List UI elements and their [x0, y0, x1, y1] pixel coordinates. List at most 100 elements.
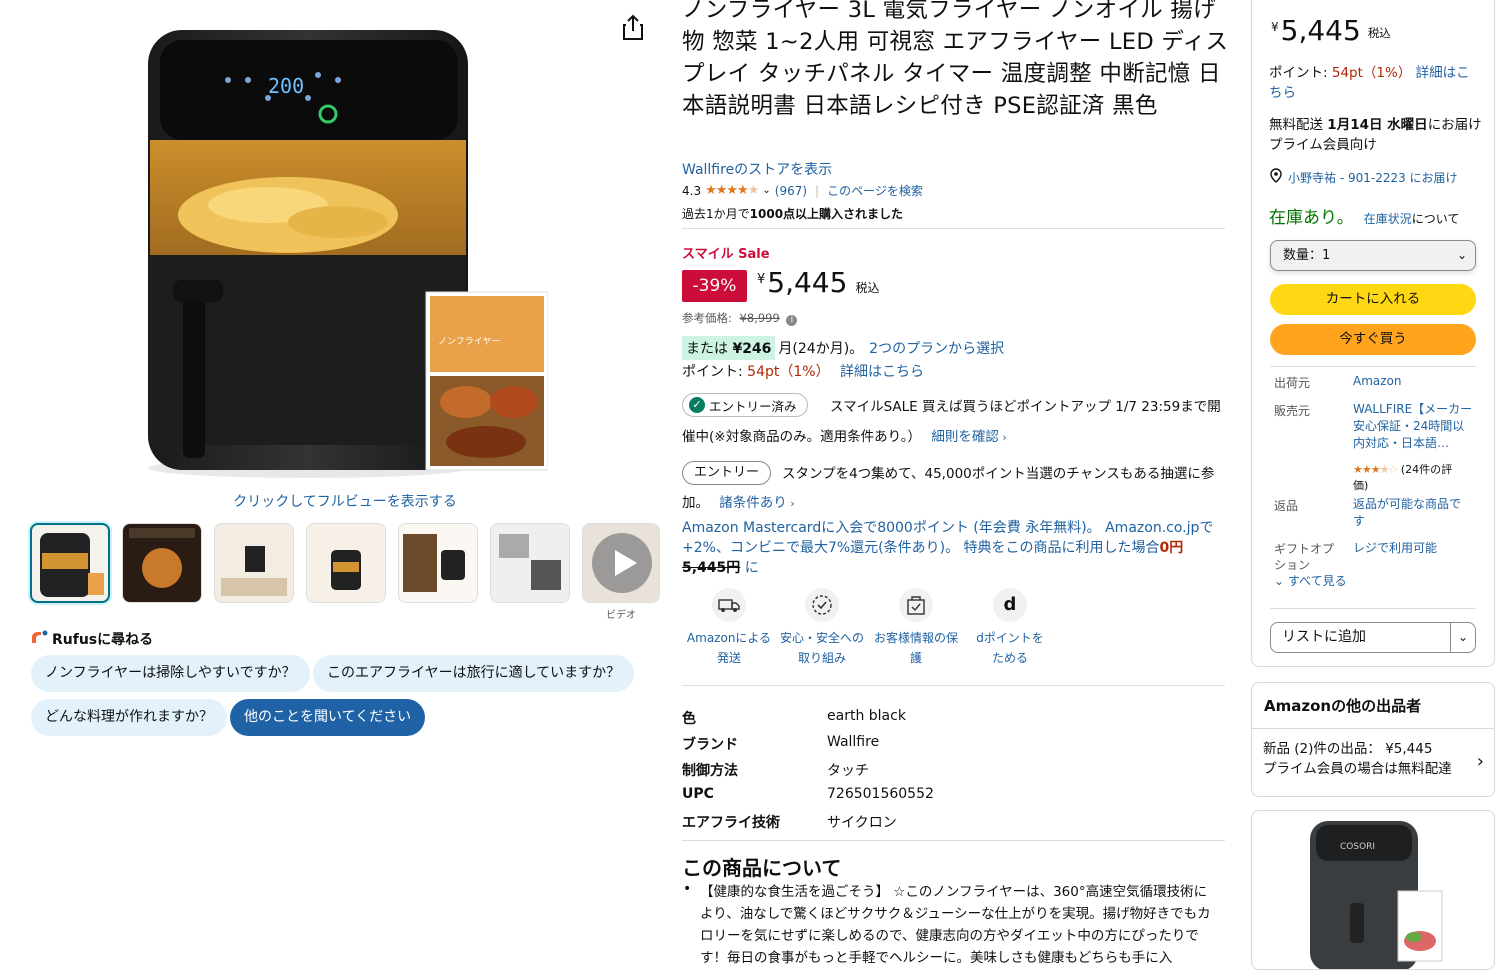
- quantity-select[interactable]: 数量：1 ⌄: [1270, 240, 1476, 271]
- thumbnail-6[interactable]: [490, 523, 570, 603]
- smile-rules-link[interactable]: 細則を確認: [931, 429, 999, 445]
- mastercard-zero: 0円: [1159, 540, 1184, 556]
- points-label: ポイント:: [682, 364, 743, 380]
- ship-prefix: 無料配送: [1269, 117, 1323, 133]
- video-label: ビデオ: [606, 610, 636, 621]
- product-main-image[interactable]: 200 ノンフライヤー: [138, 0, 548, 484]
- add-to-list-label: リストに追加: [1282, 629, 1366, 645]
- thumbnail-3[interactable]: [214, 523, 294, 603]
- trust-label-line2: ためる: [991, 651, 1028, 665]
- spec-key-upc: UPC: [682, 786, 714, 802]
- trust-label-line2: 発送: [716, 651, 741, 665]
- seller-rating: ★★★★☆ (24件の評価): [1353, 462, 1463, 494]
- trust-privacy[interactable]: お客様情報の保 護: [869, 588, 963, 668]
- entry-done-label: エントリー済み: [709, 398, 797, 414]
- installment-plans-link[interactable]: 2つのプランから選択: [869, 338, 1004, 358]
- returns-label: 返品: [1274, 499, 1299, 513]
- search-page-link[interactable]: このページを検索: [827, 182, 923, 199]
- stock-status: 在庫あり。 在庫状況について: [1269, 203, 1459, 228]
- divider: [682, 685, 1225, 686]
- entry-button[interactable]: エントリー: [682, 461, 772, 485]
- trust-label-line1: お客様情報の保: [873, 631, 958, 645]
- discount-badge: -39%: [682, 270, 747, 302]
- fullview-link[interactable]: クリックしてフルビューを表示する: [0, 491, 690, 511]
- spec-value-color: earth black: [827, 708, 906, 724]
- thumbnail-video[interactable]: [582, 523, 660, 603]
- installment-suffix: 月(24か月)。: [778, 341, 864, 357]
- sale-label: スマイル Sale: [682, 247, 770, 262]
- mastercard-promo[interactable]: Amazon Mastercardに入会で8000ポイント (年会費 永年無料)…: [682, 518, 1227, 578]
- review-count-link[interactable]: (967): [775, 184, 807, 198]
- trust-label-line1: 安心・安全への: [779, 631, 864, 645]
- entry-done-badge[interactable]: ✓ エントリー済み: [682, 393, 808, 417]
- thumbnail-4[interactable]: [306, 523, 386, 603]
- rufus-chip-recipes[interactable]: どんな料理が作れますか？: [31, 699, 227, 736]
- trust-amazon-ship[interactable]: Amazonによる 発送: [682, 588, 776, 668]
- points-row: ポイント: 54pt（1%） 詳細はこちら: [682, 361, 924, 381]
- thumbnail-2[interactable]: [122, 523, 202, 603]
- divider: [682, 228, 1225, 229]
- trust-label-line2: 取り組み: [797, 651, 846, 665]
- points-details-link[interactable]: 詳細はこちら: [840, 364, 924, 380]
- delivery-location[interactable]: 小野寺祐 - 901-2223 にお届け: [1270, 168, 1458, 186]
- quantity-value: 数量：1: [1283, 248, 1331, 263]
- rating-row: 4.3 ★★★★★ ⌄ (967) | このページを検索: [682, 182, 923, 199]
- info-icon[interactable]: i: [786, 315, 798, 326]
- chevron-down-icon[interactable]: ⌄: [1450, 623, 1475, 652]
- seller-value[interactable]: WALLFIRE【メーカー安心保証・24時間以内対応・日本語…: [1353, 401, 1473, 452]
- location-text[interactable]: 小野寺祐 - 901-2223 にお届け: [1288, 169, 1458, 186]
- rufus-chip-ask-other[interactable]: 他のことを聞いてください: [230, 699, 426, 736]
- buybox-shipping: 無料配送 1月14日 水曜日にお届け プライム会員向け: [1269, 115, 1483, 155]
- d-point-icon: d: [993, 588, 1027, 622]
- buybox-currency: ¥: [1271, 20, 1279, 34]
- stock-status-link[interactable]: 在庫状況: [1364, 212, 1412, 226]
- trust-d-point[interactable]: d dポイントを ためる: [963, 588, 1057, 668]
- spec-value-upc: 726501560552: [827, 786, 934, 802]
- ref-label: 参考価格:: [682, 311, 732, 325]
- see-all-link[interactable]: ⌄ すべて見る: [1274, 572, 1347, 589]
- share-icon[interactable]: [620, 12, 646, 42]
- returns-value[interactable]: 返品が可能な商品です: [1353, 496, 1468, 530]
- thumbnail-5[interactable]: [398, 523, 478, 603]
- shield-check-icon: [805, 588, 839, 622]
- check-circle-icon: ✓: [689, 397, 705, 413]
- chevron-down-icon[interactable]: ⌄: [762, 185, 770, 196]
- installment-highlight: または ¥246: [682, 336, 776, 360]
- add-to-list-button[interactable]: リストに追加 ⌄: [1270, 622, 1476, 653]
- stamp-conditions-link[interactable]: 諸条件あり: [719, 495, 787, 511]
- store-link[interactable]: Wallfireのストアを表示: [682, 159, 832, 179]
- chevron-right-icon: ›: [1476, 751, 1484, 772]
- add-to-cart-button[interactable]: カートに入れる: [1270, 284, 1476, 315]
- spec-value-brand: Wallfire: [827, 734, 880, 750]
- chevron-down-icon: ⌄: [1274, 574, 1285, 588]
- trust-safety[interactable]: 安心・安全への 取り組み: [775, 588, 869, 668]
- shipper-label: 出荷元: [1274, 376, 1311, 390]
- installment-row: または ¥246 月(24か月)。 2つのプランから選択: [682, 336, 1004, 360]
- other-sellers-box[interactable]: Amazonの他の出品者 新品 (2)件の出品： ¥5,445 プライム会員の場…: [1251, 682, 1495, 797]
- trust-label-line2: 護: [909, 651, 922, 665]
- bag-lock-icon: [899, 588, 933, 622]
- stock-suffix: について: [1411, 212, 1460, 226]
- thumbnail-1[interactable]: [30, 523, 110, 603]
- ref-price-value: ¥8,999: [739, 311, 780, 325]
- spec-key-control: 制御方法: [682, 763, 738, 779]
- divider: [1270, 608, 1476, 609]
- rufus-chip-travel[interactable]: このエアフライヤーは旅行に適していますか？: [313, 655, 635, 692]
- sponsored-product-ad[interactable]: COSORI: [1251, 810, 1495, 970]
- points-value: 54pt（1%）: [747, 364, 830, 380]
- seller-label: 販売元: [1274, 404, 1311, 418]
- location-pin-icon: [1270, 168, 1282, 186]
- reference-price: 参考価格: ¥8,999 i: [682, 310, 798, 326]
- rufus-heading: Rufusに尋ねる: [30, 629, 153, 649]
- installment-prefix: または: [686, 341, 728, 357]
- mastercard-text[interactable]: Amazon Mastercardに入会で8000ポイント (年会費 永年無料)…: [682, 520, 1213, 556]
- star-rating-icon[interactable]: ★★★★★: [705, 183, 759, 198]
- buy-now-button[interactable]: 今すぐ買う: [1270, 324, 1476, 355]
- stock-text: 在庫あり。: [1269, 208, 1354, 228]
- rufus-chip-cleaning[interactable]: ノンフライヤーは掃除しやすいですか？: [31, 655, 310, 692]
- buybox-points-label: ポイント:: [1269, 65, 1328, 81]
- divider: [682, 840, 1225, 841]
- gift-value[interactable]: レジで利用可能: [1353, 540, 1437, 557]
- spec-value-airfry: サイクロン: [827, 815, 897, 831]
- shipper-value[interactable]: Amazon: [1353, 373, 1402, 390]
